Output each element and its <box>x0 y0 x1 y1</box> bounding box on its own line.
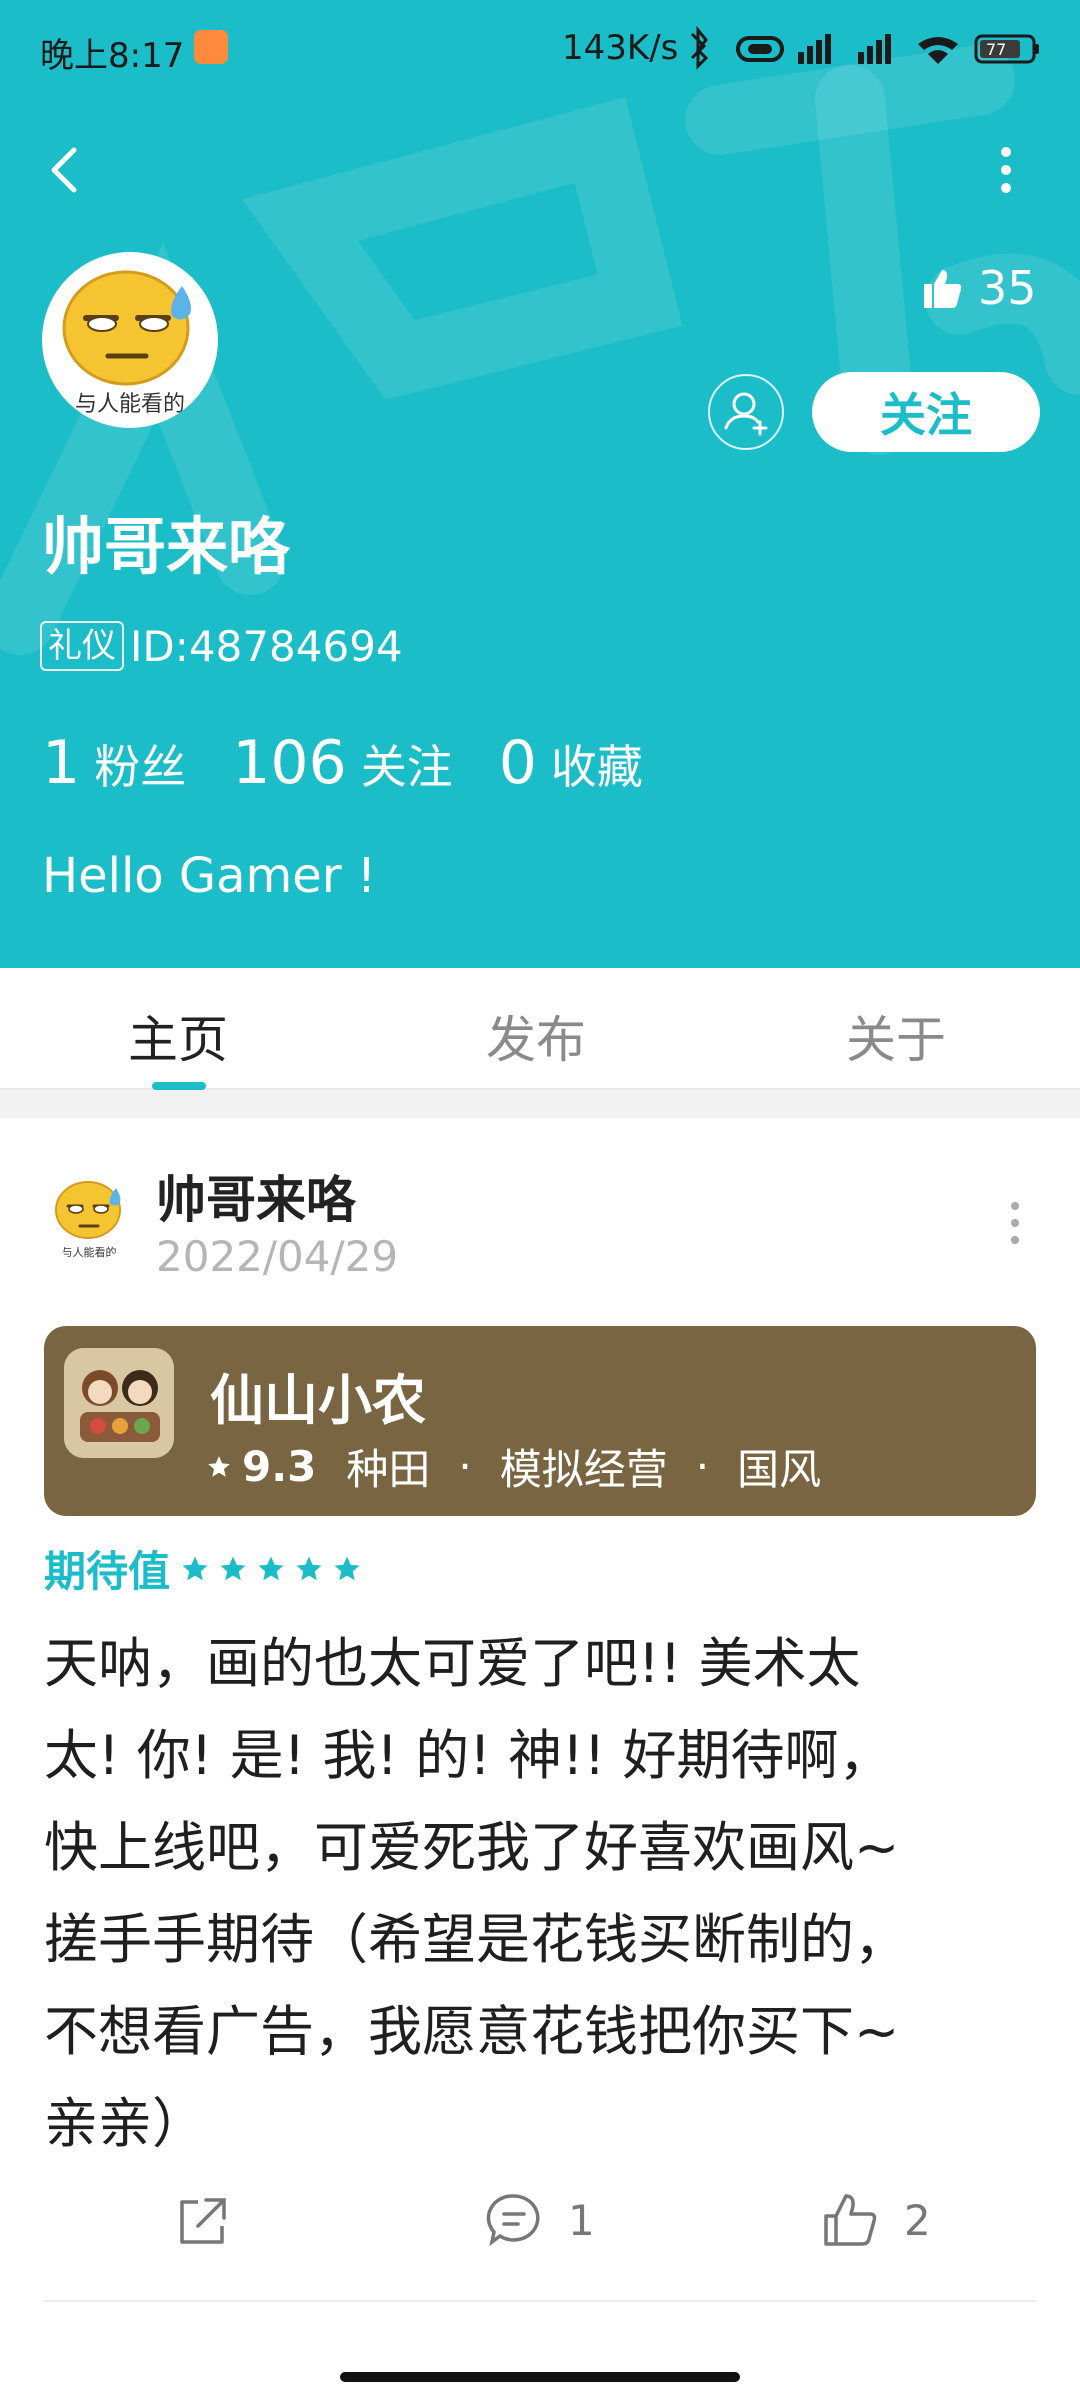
review-text[interactable]: 天呐，画的也太可爱了吧!! 美术太 太! 你! 是! 我! 的! 神!! 好期待… <box>44 1618 1044 2170</box>
network-speed: 143K/s <box>562 28 679 68</box>
review-line: 搓手手期待（希望是花钱买断制的， <box>44 1908 908 1971</box>
star-icon <box>334 1556 360 1580</box>
active-tab-indicator <box>152 1082 206 1090</box>
likes-count: 35 <box>978 261 1037 315</box>
status-icons: 77 <box>690 26 1039 70</box>
game-tag: 模拟经营 <box>499 1445 668 1494</box>
profile-header: 晚上8:17 143K/s 77 与人能看的 35 关注 帅哥来咯 礼仪 ID:… <box>0 0 1080 968</box>
star-icon <box>220 1556 246 1580</box>
avatar-caption: 与人能看的 <box>74 392 185 417</box>
favorites-label[interactable]: 收藏 <box>551 731 643 797</box>
thumbs-up-outline-icon <box>824 2194 877 2246</box>
following-count[interactable]: 106 <box>232 728 347 798</box>
game-card[interactable]: 仙山小农 9.3 种田 · 模拟经营 · 国风 <box>44 1326 1036 1516</box>
etiquette-badge[interactable]: 礼仪 <box>40 621 124 671</box>
tag-separator: · <box>695 1442 710 1491</box>
post-actions: 1 2 <box>0 2190 1080 2270</box>
section-divider <box>0 1090 1080 1118</box>
watermark-graphic <box>0 45 1080 655</box>
back-arrow-icon[interactable] <box>36 140 96 200</box>
review-line: 快上线吧，可爱死我了好喜欢画风~ <box>44 1816 900 1879</box>
tab-about[interactable]: 关于 <box>846 1000 946 1072</box>
profile-stats: 1 粉丝 106 关注 0 收藏 <box>42 728 689 798</box>
post-avatar-caption: 与人能看的 <box>62 1245 117 1259</box>
game-artwork-image <box>64 1348 174 1458</box>
comment-count: 1 <box>568 2195 595 2245</box>
comment-icon <box>486 2194 540 2247</box>
favorites-count[interactable]: 0 <box>499 728 537 798</box>
status-bar: 晚上8:17 143K/s 77 <box>0 0 1080 96</box>
game-tag: 国风 <box>737 1445 822 1494</box>
fans-count[interactable]: 1 <box>42 728 80 798</box>
game-rating: 9.3 <box>242 1442 317 1491</box>
profile-tabs: 主页 发布 关于 <box>0 968 1080 1090</box>
post-more-icon[interactable] <box>1000 1198 1030 1248</box>
review-line: 亲亲） <box>44 2092 206 2155</box>
profile-bio: Hello Gamer ! <box>42 848 377 904</box>
star-icon <box>296 1556 322 1580</box>
emoji-avatar-image: 与人能看的 <box>55 1181 121 1259</box>
game-name: 仙山小农 <box>210 1369 426 1432</box>
thumbs-up-icon <box>924 270 962 308</box>
comment-button[interactable]: 1 <box>484 2190 595 2250</box>
post-divider <box>44 2300 1036 2302</box>
expectation-rating: 期待值 <box>44 1538 362 1599</box>
post-author-name[interactable]: 帅哥来咯 <box>156 1160 356 1232</box>
expectation-stars <box>180 1554 362 1584</box>
like-count: 2 <box>904 2195 931 2245</box>
star-icon <box>182 1556 208 1580</box>
add-friend-button[interactable] <box>708 374 784 450</box>
profile-avatar[interactable]: 与人能看的 <box>42 252 218 428</box>
game-meta: 9.3 种田 · 模拟经营 · 国风 <box>206 1436 821 1497</box>
post-date: 2022/04/29 <box>156 1232 399 1281</box>
review-line: 天呐，画的也太可爱了吧!! 美术太 <box>44 1632 861 1695</box>
review-line: 太! 你! 是! 我! 的! 神!! 好期待啊， <box>44 1724 893 1787</box>
game-icon <box>64 1348 174 1458</box>
following-label[interactable]: 关注 <box>361 731 453 797</box>
fans-label[interactable]: 粉丝 <box>94 731 186 797</box>
like-button[interactable]: 2 <box>820 2190 931 2250</box>
status-time: 晚上8:17 <box>40 36 185 76</box>
expectation-label: 期待值 <box>44 1547 171 1596</box>
svg-text:77: 77 <box>986 40 1006 59</box>
more-options-icon[interactable] <box>986 140 1026 200</box>
tag-separator: · <box>458 1442 472 1491</box>
star-icon <box>258 1556 284 1580</box>
user-id: ID:48784694 <box>130 621 403 671</box>
share-button[interactable] <box>172 2190 232 2250</box>
post-author-avatar[interactable]: 与人能看的 <box>44 1172 134 1262</box>
likes-counter[interactable]: 35 <box>920 258 1037 318</box>
profile-username: 帅哥来咯 <box>42 510 291 583</box>
share-icon <box>180 2198 226 2244</box>
tab-posts[interactable]: 发布 <box>486 1000 586 1072</box>
game-tag: 种田 <box>346 1445 431 1494</box>
home-indicator[interactable] <box>340 2372 740 2382</box>
review-line: 不想看广告，我愿意花钱把你买下~ <box>44 2000 900 2063</box>
user-id-row: 礼仪 ID:48784694 <box>40 618 403 674</box>
rating-star-icon <box>208 1455 230 1477</box>
tab-home[interactable]: 主页 <box>128 1000 228 1072</box>
add-friend-icon <box>724 392 768 436</box>
notification-icon <box>194 30 228 64</box>
follow-button[interactable]: 关注 <box>812 372 1040 452</box>
